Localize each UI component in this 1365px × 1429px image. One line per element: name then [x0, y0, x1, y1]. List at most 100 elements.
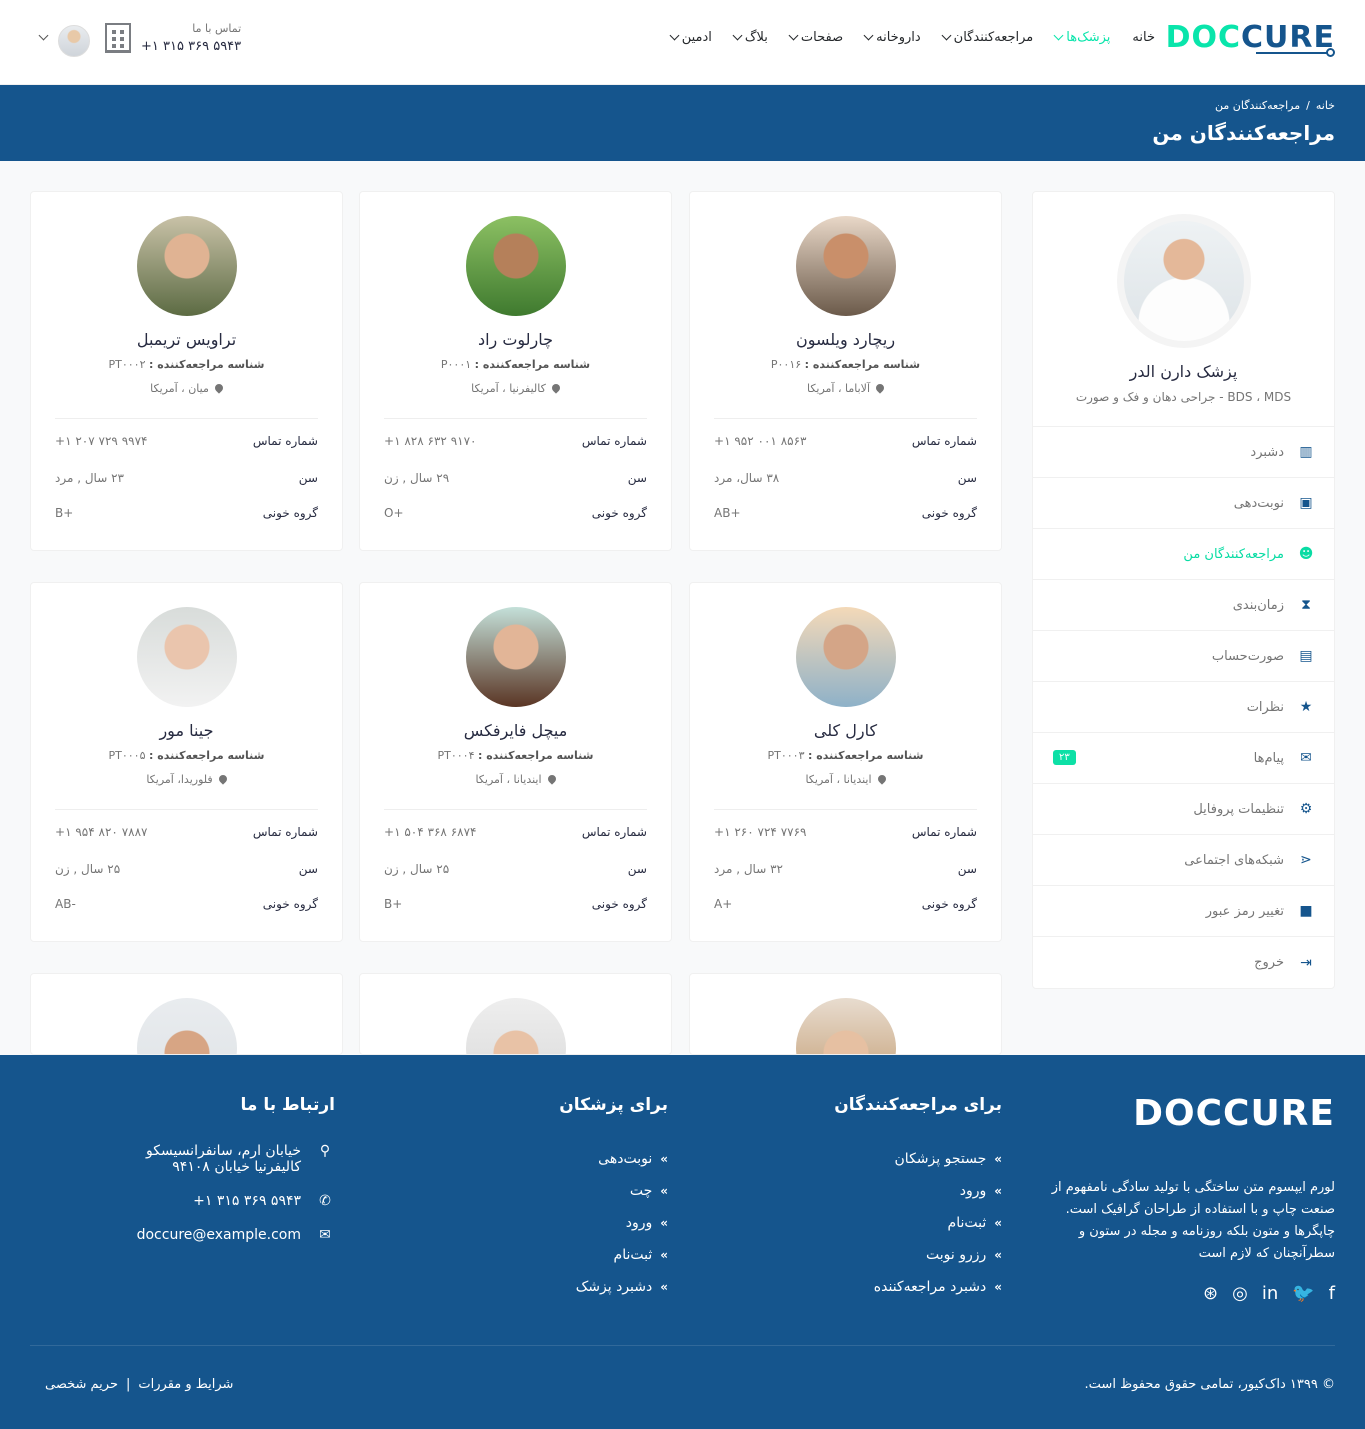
linkedin-icon[interactable]: in — [1262, 1283, 1278, 1304]
user-avatar[interactable] — [58, 25, 90, 57]
patient-card[interactable] — [359, 973, 672, 1055]
sidebar-item-logout[interactable]: ⇥ خروج — [1033, 937, 1334, 988]
patient-avatar[interactable] — [466, 216, 566, 316]
footer-link[interactable]: » نوبت‌دهی — [559, 1143, 668, 1175]
patient-blood-row: گروه خونی B+ — [55, 506, 318, 520]
patient-age-row: سن ۲۳ سال , مرد — [55, 471, 318, 485]
logo[interactable]: DOCCURE — [1166, 20, 1335, 57]
patient-avatar[interactable] — [796, 998, 896, 1054]
twitter-icon[interactable]: 🐦 — [1292, 1283, 1314, 1304]
header-contact: تماس با ما ۵۹۴۳ ۳۶۹ ۳۱۵ ۱+ — [105, 22, 241, 54]
double-chevron-icon: » — [660, 1184, 668, 1198]
patient-name[interactable]: تراویس تریمبل — [31, 330, 342, 349]
footer-link[interactable]: » ورود — [559, 1207, 668, 1239]
map-marker-icon — [217, 773, 229, 785]
sidebar-item-profile-settings[interactable]: ⚙ تنظیمات پروفایل — [1033, 784, 1334, 835]
nav-home[interactable]: خانه — [1132, 30, 1155, 45]
social-links: f 🐦 in ◎ ⊛ — [1203, 1283, 1335, 1304]
sidebar-item-reviews[interactable]: ★ نظرات — [1033, 682, 1334, 733]
card-divider — [384, 809, 647, 810]
contact-number: ۵۹۴۳ ۳۶۹ ۳۱۵ ۱+ — [141, 39, 242, 54]
footer-email[interactable]: ✉ doccure@example.com — [137, 1227, 335, 1243]
footer-link[interactable]: » رزرو نوبت — [834, 1239, 1002, 1271]
patient-avatar[interactable] — [796, 607, 896, 707]
patient-location: کالیفرنیا ، آمریکا — [360, 382, 671, 395]
footer-doctors-title: برای پزشکان — [559, 1095, 668, 1115]
patient-age-row: سن ۲۵ سال , زن — [384, 862, 647, 876]
patient-phone-row: شماره تماس ۹۱۷۰ ۶۳۲ ۸۲۸ ۱+ — [384, 434, 647, 448]
breadcrumb-home[interactable]: خانه — [1316, 99, 1335, 112]
nav-doctors[interactable]: پزشک‌ها — [1053, 30, 1110, 45]
nav-blog[interactable]: بلاگ — [732, 30, 768, 45]
patient-card[interactable]: ریچارد ویلسون شناسه مراجعه‌کننده : P۰۰۱۶… — [689, 191, 1002, 551]
main-nav: خانه پزشک‌ها مراجعه‌کنندگان داروخانه صفح… — [669, 30, 1155, 45]
patient-avatar[interactable] — [796, 216, 896, 316]
patient-blood-row: گروه خونی O+ — [384, 506, 647, 520]
patient-phone-row: شماره تماس ۷۸۸۷ ۸۲۰ ۹۵۴ ۱+ — [55, 825, 318, 839]
dribbble-icon[interactable]: ⊛ — [1203, 1283, 1218, 1304]
map-marker-icon — [213, 382, 225, 394]
patient-phone-row: شماره تماس ۸۵۶۳ ۰۰۱ ۹۵۲ ۱+ — [714, 434, 977, 448]
footer-link[interactable]: » ثبت‌نام — [559, 1239, 668, 1271]
patient-card[interactable]: چارلوت راد شناسه مراجعه‌کننده : P۰۰۰۱ کا… — [359, 191, 672, 551]
chevron-down-icon — [788, 30, 799, 41]
patient-avatar[interactable] — [137, 607, 237, 707]
footer-patients-title: برای مراجعه‌کنندگان — [834, 1095, 1002, 1115]
chevron-down-icon[interactable] — [38, 30, 49, 41]
doctor-profile: پزشک دارن الدر BDS ، MDS - جراحی دهان و … — [1033, 192, 1334, 427]
file-invoice-icon: ▤ — [1299, 648, 1313, 664]
patient-card[interactable] — [689, 973, 1002, 1055]
footer-link[interactable]: » دشبرد پزشک — [559, 1271, 668, 1303]
patient-avatar[interactable] — [137, 998, 237, 1054]
policy-links: شرایط و مقررات | حریم شخصی — [45, 1377, 233, 1392]
sidebar-item-dashboard[interactable]: ▥ دشبرد — [1033, 427, 1334, 478]
sidebar-item-schedule[interactable]: ⧗ زمان‌بندی — [1033, 580, 1334, 631]
patient-avatar[interactable] — [466, 998, 566, 1054]
patient-location: فلوریدا، آمریکا — [31, 773, 342, 786]
patient-card[interactable]: کارل کلی شناسه مراجعه‌کننده : PT۰۰۰۳ این… — [689, 582, 1002, 942]
doctor-name[interactable]: پزشک دارن الدر — [1033, 362, 1334, 381]
sidebar-item-social-media[interactable]: ⋖ شبکه‌های اجتماعی — [1033, 835, 1334, 886]
footer-link[interactable]: » جستجو پزشکان — [834, 1143, 1002, 1175]
nav-patients[interactable]: مراجعه‌کنندگان — [941, 30, 1033, 45]
sidebar-item-change-password[interactable]: ■ تغییر رمز عبور — [1033, 886, 1334, 937]
doctor-avatar — [1117, 214, 1251, 348]
patient-name[interactable]: کارل کلی — [690, 721, 1001, 740]
sidebar-item-messages[interactable]: ✉ پیام‌ها ۲۳ — [1033, 733, 1334, 784]
contact-label: تماس با ما — [192, 22, 242, 35]
sidebar-item-invoices[interactable]: ▤ صورت‌حساب — [1033, 631, 1334, 682]
facebook-icon[interactable]: f — [1329, 1283, 1335, 1304]
patient-card[interactable]: تراویس تریمبل شناسه مراجعه‌کننده : PT۰۰۰… — [30, 191, 343, 551]
patient-card[interactable]: میچل فایرفکس شناسه مراجعه‌کننده : PT۰۰۰۴… — [359, 582, 672, 942]
double-chevron-icon: » — [660, 1216, 668, 1230]
patient-name[interactable]: جینا مور — [31, 721, 342, 740]
instagram-icon[interactable]: ◎ — [1232, 1283, 1248, 1304]
patient-avatar[interactable] — [466, 607, 566, 707]
nav-admin[interactable]: ادمین — [669, 30, 712, 45]
patient-location: آلاباما ، آمریکا — [690, 382, 1001, 395]
patient-name[interactable]: میچل فایرفکس — [360, 721, 671, 740]
patient-card[interactable]: جینا مور شناسه مراجعه‌کننده : PT۰۰۰۵ فلو… — [30, 582, 343, 942]
footer-link[interactable]: » چت — [559, 1175, 668, 1207]
patient-name[interactable]: چارلوت راد — [360, 330, 671, 349]
user-cog-icon: ⚙ — [1299, 801, 1313, 817]
footer-divider — [30, 1345, 1335, 1346]
privacy-link[interactable]: حریم شخصی — [45, 1377, 118, 1392]
patient-age-row: سن ۲۹ سال , زن — [384, 471, 647, 485]
nav-pages[interactable]: صفحات — [788, 30, 843, 45]
footer-link[interactable]: » ورود — [834, 1175, 1002, 1207]
footer-address: ⚲ خیابان ارم، سانفرانسیسکو کالیفرنیا خیابا… — [137, 1143, 335, 1175]
footer-link[interactable]: » ثبت‌نام — [834, 1207, 1002, 1239]
patient-name[interactable]: ریچارد ویلسون — [690, 330, 1001, 349]
patient-avatar[interactable] — [137, 216, 237, 316]
patient-card[interactable] — [30, 973, 343, 1055]
footer-logo[interactable]: DOCCURE — [1133, 1093, 1335, 1134]
terms-link[interactable]: شرایط و مقررات — [138, 1377, 233, 1392]
sidebar-item-appointments[interactable]: ▣ نوبت‌دهی — [1033, 478, 1334, 529]
nav-pharmacy[interactable]: داروخانه — [863, 30, 921, 45]
patient-phone-row: شماره تماس ۹۹۷۴ ۷۲۹ ۲۰۷ ۱+ — [55, 434, 318, 448]
footer-link[interactable]: » دشبرد مراجعه‌کننده — [834, 1271, 1002, 1303]
sidebar-item-my-patients[interactable]: ☻ مراجعه‌کنندگان من — [1033, 529, 1334, 580]
sign-out-icon: ⇥ — [1300, 954, 1312, 971]
chevron-down-icon — [863, 30, 874, 41]
